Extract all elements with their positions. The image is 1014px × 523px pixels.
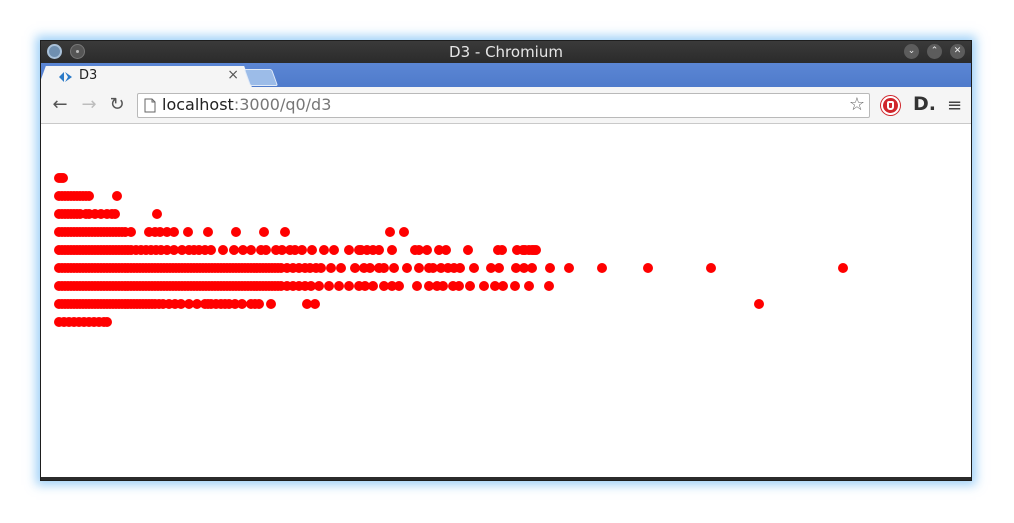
data-dot	[544, 281, 554, 291]
data-dot	[643, 263, 653, 273]
data-dot	[438, 281, 448, 291]
data-dot	[183, 227, 193, 237]
data-dot	[402, 263, 412, 273]
data-dot	[336, 263, 346, 273]
data-dot	[152, 209, 162, 219]
data-dot	[350, 263, 360, 273]
data-dot	[319, 245, 329, 255]
minimize-icon[interactable]: ⌄	[904, 44, 919, 59]
data-dot	[218, 245, 228, 255]
data-dot	[84, 191, 94, 201]
data-dot	[498, 281, 508, 291]
data-dot	[597, 263, 607, 273]
data-dot	[297, 245, 307, 255]
adblock-stop-icon[interactable]	[881, 96, 900, 115]
data-dot	[379, 263, 389, 273]
data-dot	[259, 227, 269, 237]
bookmark-star-icon[interactable]: ☆	[849, 94, 865, 115]
address-bar[interactable]: localhost:3000/q0/d3 ☆	[137, 93, 870, 118]
data-dot	[231, 227, 241, 237]
data-dot	[441, 245, 451, 255]
chrome-menu-icon[interactable]: ≡	[947, 95, 962, 116]
back-button[interactable]: ←	[49, 94, 71, 115]
maximize-icon[interactable]: ⌃	[927, 44, 942, 59]
data-dot	[126, 227, 136, 237]
data-dot	[334, 281, 344, 291]
data-dot	[203, 227, 213, 237]
data-dot	[545, 263, 555, 273]
data-dot	[314, 281, 324, 291]
extension-d-icon[interactable]: D.	[913, 93, 936, 115]
data-dot	[110, 209, 120, 219]
data-dot	[527, 263, 537, 273]
title-bar[interactable]: D3 - Chromium ⌄ ⌃ ✕	[41, 41, 971, 63]
data-dot	[326, 263, 336, 273]
tab-strip: D3 ×	[41, 63, 971, 87]
data-dot	[316, 263, 326, 273]
data-dot	[422, 245, 432, 255]
data-dot	[344, 245, 354, 255]
close-window-icon[interactable]: ✕	[950, 44, 965, 59]
data-dot	[344, 281, 354, 291]
reload-button[interactable]: ↻	[106, 94, 128, 115]
new-tab-button[interactable]	[243, 69, 279, 86]
data-dot	[112, 191, 122, 201]
data-dot	[310, 299, 320, 309]
url-host: localhost	[162, 95, 234, 114]
data-dot	[229, 245, 239, 255]
data-dot	[368, 281, 378, 291]
data-dot	[469, 263, 479, 273]
window-bottom-edge	[41, 477, 971, 480]
data-dot	[169, 227, 179, 237]
data-dot	[254, 299, 264, 309]
data-dot	[399, 227, 409, 237]
data-dot	[838, 263, 848, 273]
url-text[interactable]: localhost:3000/q0/d3	[162, 95, 331, 114]
data-dot	[454, 281, 464, 291]
window-title: D3 - Chromium	[449, 43, 563, 61]
data-dot	[564, 263, 574, 273]
data-dot	[497, 245, 507, 255]
data-dot	[414, 263, 424, 273]
data-dot	[394, 281, 404, 291]
tab-d3[interactable]: D3 ×	[47, 66, 243, 87]
d3-favicon-icon	[59, 72, 72, 82]
data-dot	[754, 299, 764, 309]
data-dot	[280, 227, 290, 237]
url-path: :3000/q0/d3	[233, 95, 332, 114]
browser-window: D3 - Chromium ⌄ ⌃ ✕ D3 × ← → ↻ localhost…	[40, 40, 972, 481]
data-dot	[412, 281, 422, 291]
page-icon	[144, 98, 156, 113]
data-dot	[307, 245, 317, 255]
data-dot	[465, 281, 475, 291]
data-dot	[365, 263, 375, 273]
data-dot	[706, 263, 716, 273]
data-dot	[324, 281, 334, 291]
data-dot	[58, 173, 68, 183]
data-dot	[261, 245, 271, 255]
data-dot	[329, 245, 339, 255]
data-dot	[102, 317, 112, 327]
data-dot	[387, 245, 397, 255]
tab-close-icon[interactable]: ×	[227, 67, 239, 83]
browser-toolbar: ← → ↻ localhost:3000/q0/d3 ☆ D. ≡	[41, 87, 971, 124]
data-dot	[463, 245, 473, 255]
data-dot	[510, 281, 520, 291]
data-dot	[389, 263, 399, 273]
data-dot	[374, 245, 384, 255]
dot-plot-chart	[54, 173, 848, 327]
data-dot	[479, 281, 489, 291]
data-dot	[494, 263, 504, 273]
data-dot	[266, 299, 276, 309]
page-content	[41, 124, 971, 478]
data-dot	[385, 227, 395, 237]
data-dot	[524, 281, 534, 291]
data-dot	[531, 245, 541, 255]
data-dot	[455, 263, 465, 273]
data-dot	[237, 299, 247, 309]
data-dot	[206, 245, 216, 255]
data-dot	[246, 245, 256, 255]
forward-button[interactable]: →	[78, 94, 100, 115]
tab-title: D3	[79, 68, 98, 83]
